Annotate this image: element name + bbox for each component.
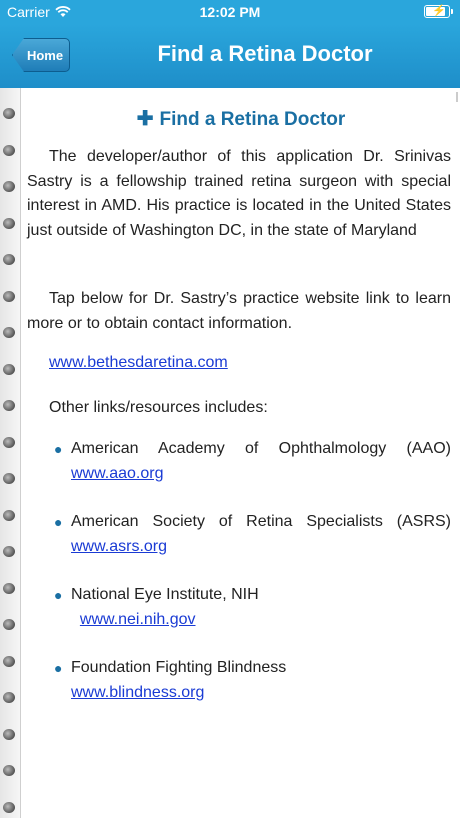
resource-name: National Eye Institute, NIH (71, 586, 259, 603)
resource-item-asrs: ● American Society of Retina Specialists… (54, 510, 451, 559)
bullet-icon: ● (54, 660, 63, 676)
binder-ring (3, 546, 15, 557)
binder-ring (3, 363, 15, 375)
navigation-bar: Home Find a Retina Doctor (0, 24, 460, 88)
resource-item-aao: ● American Academy of Ophthalmology (AAO… (54, 437, 451, 486)
binder-ring (3, 181, 15, 192)
bullet-icon: ● (54, 441, 63, 457)
binder-ring (3, 509, 15, 521)
binder-ring (3, 692, 15, 703)
resource-name: American Society of Retina Specialists (… (71, 513, 451, 530)
section-heading-text: Find a Retina Doctor (159, 109, 346, 130)
section-heading: ✚ Find a Retina Doctor (21, 106, 460, 131)
binder-ring (3, 801, 15, 813)
scroll-indicator (456, 92, 458, 102)
plus-icon: ✚ (136, 108, 154, 130)
battery-status: ⚡ (424, 5, 453, 18)
binder-ring (3, 400, 15, 411)
binder-ring (3, 217, 15, 229)
intro-paragraph: The developer/author of this application… (27, 148, 451, 239)
asrs-link[interactable]: www.asrs.org (71, 538, 167, 555)
page-title: Find a Retina Doctor (157, 41, 373, 66)
binder-ring (3, 108, 15, 119)
status-bar: Carrier 12:02 PM ⚡ (0, 0, 460, 24)
binder-ring (3, 254, 15, 265)
binder-ring (3, 582, 15, 594)
resource-item-ffb: ● Foundation Fighting Blindness www.blin… (54, 656, 451, 705)
practice-link-row: www.bethesdaretina.com (49, 351, 449, 376)
resource-name: Foundation Fighting Blindness (71, 659, 287, 676)
binder-rings (0, 88, 20, 818)
binder-ring (3, 144, 15, 156)
clock: 12:02 PM (199, 4, 261, 20)
instruction-paragraph: Tap below for Dr. Sastry’s practice webs… (27, 290, 451, 332)
binder-ring (3, 436, 15, 448)
binder-ring (3, 473, 15, 484)
resource-name: American Academy of Ophthalmology (AAO) (71, 440, 451, 457)
binder-ring (3, 765, 15, 776)
battery-icon: ⚡ (424, 5, 453, 18)
other-links-label: Other links/resources includes: (49, 399, 268, 416)
bullet-icon: ● (54, 514, 63, 530)
practice-website-link[interactable]: www.bethesdaretina.com (49, 354, 228, 371)
resource-item-nei: ● National Eye Institute, NIH www.nei.ni… (54, 583, 451, 632)
binder-ring (3, 327, 15, 338)
binder-ring (3, 728, 15, 740)
aao-link[interactable]: www.aao.org (71, 465, 164, 482)
content-view[interactable]: ✚ Find a Retina Doctor The developer/auth… (20, 88, 460, 818)
binder-ring (3, 290, 15, 302)
binder-ring (3, 655, 15, 667)
nei-link[interactable]: www.nei.nih.gov (80, 611, 196, 628)
charging-icon: ⚡ (432, 5, 446, 17)
home-button[interactable]: Home (12, 38, 70, 72)
bullet-icon: ● (54, 587, 63, 603)
binder-ring (3, 619, 15, 630)
blindness-link[interactable]: www.blindness.org (71, 684, 204, 701)
